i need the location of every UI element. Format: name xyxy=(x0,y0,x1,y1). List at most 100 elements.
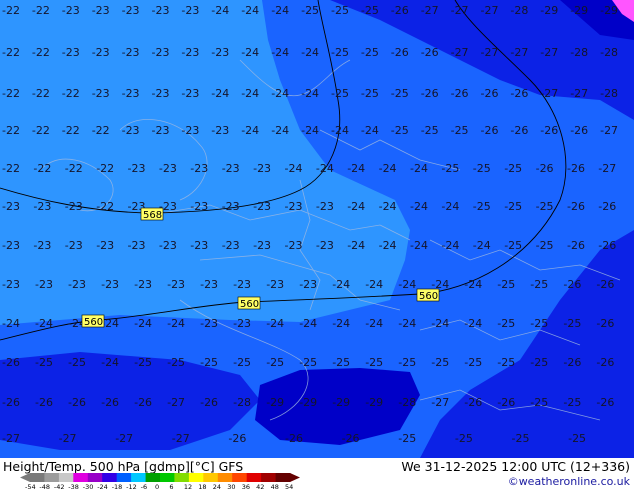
map-title: Height/Temp. 500 hPa [gdmp][°C] GFS xyxy=(3,459,244,474)
temperature-value: -26 xyxy=(2,396,20,409)
temperature-value: -22 xyxy=(96,162,114,175)
temperature-value: -24 xyxy=(271,4,289,17)
temperature-value: -23 xyxy=(253,239,271,252)
temperature-value: -23 xyxy=(190,162,208,175)
color-scale-tick: 0 xyxy=(155,483,159,490)
credit-link[interactable]: ©weatheronline.co.uk xyxy=(508,475,630,488)
temperature-value: -26 xyxy=(596,396,614,409)
temperature-value: -23 xyxy=(159,162,177,175)
temperature-value: -27 xyxy=(115,432,133,445)
temperature-value: -27 xyxy=(451,46,469,59)
temperature-value: -22 xyxy=(62,87,80,100)
temperature-value: -27 xyxy=(510,46,528,59)
temperature-value: -27 xyxy=(600,124,618,137)
temperature-value: -23 xyxy=(65,200,83,213)
temperature-value: -22 xyxy=(2,4,20,17)
temperature-value: -23 xyxy=(211,124,229,137)
temperature-value: -24 xyxy=(271,124,289,137)
temperature-value: -23 xyxy=(159,239,177,252)
temperature-value: -24 xyxy=(431,317,449,330)
color-scale-swatch xyxy=(131,473,146,482)
temperature-value: -24 xyxy=(101,356,119,369)
height-label: 568 xyxy=(140,207,164,221)
temperature-value: -26 xyxy=(421,46,439,59)
temperature-value: -23 xyxy=(2,239,20,252)
color-scale-tick: 54 xyxy=(285,483,293,490)
temperature-value: -24 xyxy=(410,162,428,175)
temperature-value: -23 xyxy=(233,317,251,330)
temperature-value: -23 xyxy=(128,162,146,175)
temperature-value: -29 xyxy=(332,396,350,409)
temperature-value: -24 xyxy=(241,46,259,59)
temperature-value: -23 xyxy=(181,46,199,59)
temperature-value: -29 xyxy=(540,4,558,17)
temperature-value: -24 xyxy=(441,239,459,252)
temperature-value: -28 xyxy=(398,396,416,409)
temperature-value: -25 xyxy=(536,200,554,213)
temperature-value: -23 xyxy=(68,278,86,291)
temperature-value: -23 xyxy=(181,87,199,100)
temperature-value: -25 xyxy=(431,356,449,369)
temperature-value: -23 xyxy=(122,87,140,100)
temperature-value: -25 xyxy=(530,317,548,330)
color-scale-swatch xyxy=(217,473,233,482)
height-label: 560 xyxy=(237,296,261,310)
temperature-value: -25 xyxy=(497,317,515,330)
temperature-value: -28 xyxy=(600,46,618,59)
temperature-value: -25 xyxy=(361,46,379,59)
temperature-value: -28 xyxy=(600,87,618,100)
temperature-value: -23 xyxy=(92,46,110,59)
temperature-value: -23 xyxy=(65,239,83,252)
temperature-value: -22 xyxy=(2,46,20,59)
height-label-text: 560 xyxy=(84,317,103,328)
height-label-text: 568 xyxy=(143,210,162,221)
color-scale-swatch xyxy=(275,473,291,482)
temperature-value: -25 xyxy=(68,356,86,369)
temperature-value: -24 xyxy=(410,239,428,252)
temperature-value: -23 xyxy=(152,4,170,17)
temperature-value: -25 xyxy=(441,162,459,175)
temperature-value: -22 xyxy=(2,162,20,175)
color-scale-tick: -48 xyxy=(39,483,50,490)
temperature-value: -27 xyxy=(598,162,616,175)
temperature-value: -26 xyxy=(510,87,528,100)
color-scale-swatch xyxy=(58,473,74,482)
temperature-value: -25 xyxy=(473,200,491,213)
temperature-value: -22 xyxy=(96,200,114,213)
temperature-value: -22 xyxy=(33,162,51,175)
height-label-text: 560 xyxy=(419,291,438,302)
temperature-value: -25 xyxy=(497,278,515,291)
color-scale-tick: -18 xyxy=(112,483,123,490)
temperature-value: -22 xyxy=(2,87,20,100)
temperature-value: -26 xyxy=(228,432,246,445)
temperature-value: -22 xyxy=(32,124,50,137)
color-scale-swatch xyxy=(246,473,262,482)
temperature-value: -25 xyxy=(536,239,554,252)
temperature-value: -25 xyxy=(266,356,284,369)
temperature-value: -23 xyxy=(35,278,53,291)
temperature-value: -23 xyxy=(2,200,20,213)
temperature-value: -24 xyxy=(35,317,53,330)
temperature-value: -26 xyxy=(481,87,499,100)
temperature-value: -26 xyxy=(497,396,515,409)
temperature-value: -26 xyxy=(285,432,303,445)
temperature-value: -23 xyxy=(122,46,140,59)
temperature-value: -27 xyxy=(481,46,499,59)
color-scale-swatch xyxy=(44,473,60,482)
temperature-value: -24 xyxy=(211,4,229,17)
temperature-value: -24 xyxy=(271,87,289,100)
temperature-value: -28 xyxy=(570,46,588,59)
temperature-value: -27 xyxy=(2,432,20,445)
temperature-value: -24 xyxy=(241,87,259,100)
temperature-value: -26 xyxy=(35,396,53,409)
temperature-value: -26 xyxy=(598,200,616,213)
temperature-value: -26 xyxy=(570,124,588,137)
temperature-value: -24 xyxy=(285,162,303,175)
temperature-value: -26 xyxy=(421,87,439,100)
temperature-value: -23 xyxy=(200,278,218,291)
temperature-value: -23 xyxy=(316,200,334,213)
temperature-value: -23 xyxy=(62,4,80,17)
color-scale-tick: 6 xyxy=(169,483,173,490)
temperature-value: -25 xyxy=(530,278,548,291)
temperature-value: -27 xyxy=(451,4,469,17)
